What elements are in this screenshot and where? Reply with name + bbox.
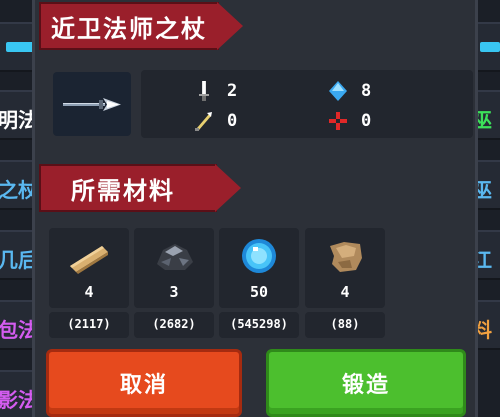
material-slot-leather: 4 bbox=[305, 228, 385, 308]
forge-button[interactable]: 锻造 bbox=[266, 349, 466, 417]
stat-attack: 2 bbox=[193, 80, 237, 102]
stat-crit: 0 bbox=[193, 110, 237, 132]
material-slot-orb: 50 bbox=[219, 228, 299, 308]
material-owned-leather: (88) bbox=[305, 312, 385, 338]
staff-icon bbox=[480, 42, 500, 52]
blue-gem-icon bbox=[329, 81, 347, 101]
materials-banner: 所需材料 bbox=[39, 164, 241, 212]
material-owned-ore: (2682) bbox=[134, 312, 214, 338]
red-cross-icon bbox=[329, 112, 347, 130]
material-slot-ore: 3 bbox=[134, 228, 214, 308]
material-slot-wood: 4 bbox=[49, 228, 129, 308]
weapon-stats: 2 8 0 0 bbox=[141, 70, 473, 138]
material-required-qty: 50 bbox=[249, 283, 269, 301]
material-owned-qty: (545298) bbox=[230, 317, 288, 331]
leather-scrap-icon bbox=[330, 242, 362, 272]
wood-plank-icon bbox=[70, 246, 108, 274]
weapon-preview bbox=[53, 72, 131, 136]
spear-staff-icon bbox=[63, 98, 121, 111]
dagger-slash-icon bbox=[195, 112, 212, 131]
stat-crit-value: 0 bbox=[227, 111, 238, 131]
stat-energy: 8 bbox=[327, 80, 371, 102]
material-owned-qty: (2117) bbox=[67, 317, 111, 331]
sword-icon bbox=[199, 81, 209, 101]
material-owned-qty: (88) bbox=[330, 317, 360, 331]
weapon-name-banner: 近卫法师之杖 bbox=[39, 2, 243, 50]
stat-energy-value: 8 bbox=[361, 81, 372, 101]
material-owned-orb: (545298) bbox=[219, 312, 299, 338]
material-owned-wood: (2117) bbox=[49, 312, 129, 338]
material-required-qty: 3 bbox=[169, 283, 179, 301]
stat-attack-value: 2 bbox=[227, 81, 238, 101]
materials-title: 所需材料 bbox=[71, 176, 175, 205]
material-required-qty: 4 bbox=[84, 283, 94, 301]
iron-ore-icon bbox=[157, 244, 193, 270]
weapon-name: 近卫法师之杖 bbox=[51, 14, 207, 43]
material-owned-qty: (2682) bbox=[152, 317, 196, 331]
blue-orb-icon bbox=[242, 239, 276, 273]
material-required-qty: 4 bbox=[340, 283, 350, 301]
stat-accuracy-value: 0 bbox=[361, 111, 372, 131]
stat-accuracy: 0 bbox=[327, 110, 371, 132]
cancel-button[interactable]: 取消 bbox=[46, 349, 242, 417]
